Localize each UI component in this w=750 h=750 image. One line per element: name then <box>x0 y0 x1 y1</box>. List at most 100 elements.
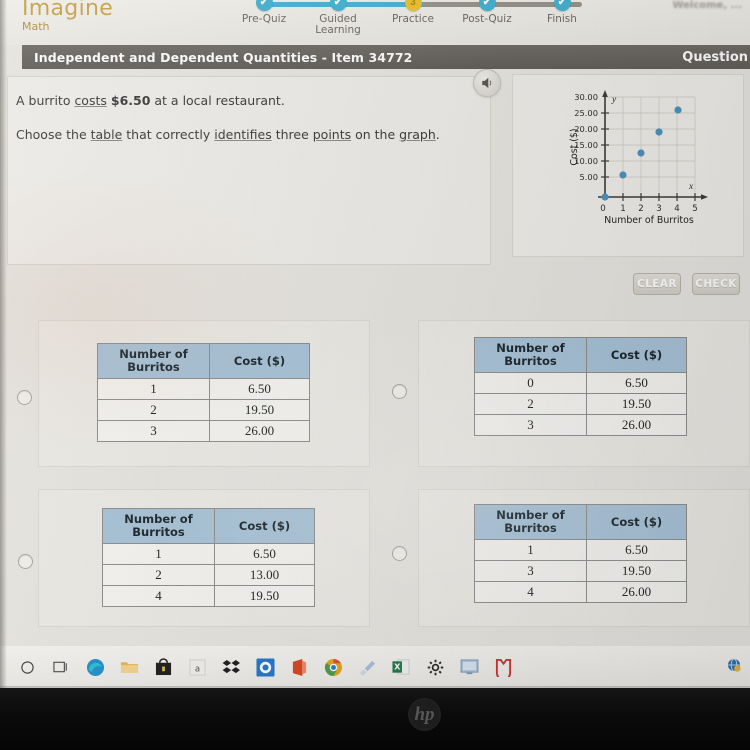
x-tick-label: 0 <box>600 204 605 214</box>
answer-table-c: Number of Burritos Cost ($) 1 6.50 2 13.0… <box>102 508 315 607</box>
data-point <box>655 128 663 136</box>
cell-burritos: 2 <box>102 564 215 586</box>
data-point <box>637 149 645 157</box>
data-point <box>619 171 627 179</box>
cell-burritos: 4 <box>102 585 215 607</box>
brand-name: Imagine <box>22 0 114 21</box>
progress-step-label: Post-Quiz <box>462 13 512 25</box>
cell-burritos: 4 <box>474 581 587 603</box>
cell-cost: 6.50 <box>586 539 687 561</box>
item-title: Independent and Dependent Quantities - I… <box>34 49 413 65</box>
table-row: 4 26.00 <box>474 581 687 603</box>
dropbox-icon[interactable] <box>221 657 241 677</box>
lesson-progress-bar: ✔ Pre-Quiz ✔ Guided Learning 3 Practice … <box>242 0 590 36</box>
glossary-term-table[interactable]: table <box>91 127 123 142</box>
cell-cost: 13.00 <box>214 564 315 586</box>
prompt-text: Choose the <box>16 127 91 142</box>
x-axis-title: Number of Burritos <box>604 215 694 226</box>
y-tick-label: 25.00 <box>574 108 598 118</box>
settings-gear-icon[interactable] <box>425 657 445 677</box>
progress-step-practice[interactable]: 3 Practice <box>378 0 448 25</box>
progress-step-guided-learning[interactable]: ✔ Guided Learning <box>303 0 373 36</box>
prompt-price: $6.50 <box>110 93 151 108</box>
cell-cost: 6.50 <box>586 372 687 394</box>
table-header-row: Number of Burritos Cost ($) <box>474 337 687 373</box>
column-header-burritos: Number of Burritos <box>474 504 587 540</box>
glossary-term-identifies[interactable]: identifies <box>214 127 271 142</box>
x-axis-letter: x <box>688 182 694 192</box>
x-tick-label: 2 <box>638 204 643 214</box>
answer-choice-c[interactable]: Number of Burritos Cost ($) 1 6.50 2 13.0… <box>38 489 370 627</box>
paint-icon[interactable] <box>357 657 377 677</box>
y-axis-title: Cost ($) <box>569 128 580 165</box>
x-tick-labels: 0 1 2 3 4 5 <box>600 204 697 214</box>
column-header-cost: Cost ($) <box>209 343 310 379</box>
speaker-icon <box>482 77 492 89</box>
network-globe-icon[interactable] <box>726 657 744 675</box>
prompt-text: that correctly <box>122 127 215 142</box>
table-row: 0 6.50 <box>474 372 687 394</box>
amazon-app-icon[interactable]: a <box>187 657 207 677</box>
table-row: 2 13.00 <box>102 564 315 586</box>
answer-choice-a[interactable]: Number of Burritos Cost ($) 1 6.50 2 19.5… <box>38 320 370 467</box>
progress-step-icon: ✔ <box>255 0 273 11</box>
office-icon[interactable] <box>289 657 309 677</box>
cell-cost: 26.00 <box>586 414 687 436</box>
glossary-term-graph[interactable]: graph <box>399 127 436 142</box>
outlook-icon[interactable] <box>255 657 275 677</box>
cell-cost: 19.50 <box>209 399 310 421</box>
clear-button[interactable]: CLEAR <box>633 273 681 295</box>
windows-taskbar: a X <box>0 646 750 688</box>
choice-radio-c[interactable] <box>18 554 33 569</box>
search-icon[interactable] <box>17 657 37 677</box>
read-aloud-button[interactable] <box>473 69 501 97</box>
cell-cost: 26.00 <box>586 581 687 603</box>
table-row: 2 19.50 <box>474 393 687 415</box>
choice-radio-b[interactable] <box>392 384 407 399</box>
laptop-bezel <box>0 688 750 750</box>
prompt-sentence-2: Choose the table that correctly identifi… <box>16 127 440 142</box>
glossary-term-points[interactable]: points <box>313 127 351 142</box>
x-tick-label: 1 <box>620 204 625 214</box>
plot-gridlines <box>604 96 696 192</box>
opera-gx-icon[interactable] <box>493 657 513 677</box>
task-view-icon[interactable] <box>51 657 71 677</box>
table-row: 3 19.50 <box>474 560 687 582</box>
y-axis-letter: y <box>611 95 617 105</box>
x-tick-label: 4 <box>674 204 679 214</box>
edge-browser-icon[interactable] <box>85 657 105 677</box>
powerpoint-icon[interactable] <box>459 657 479 677</box>
table-row: 1 6.50 <box>97 378 310 400</box>
answer-choice-d[interactable]: Number of Burritos Cost ($) 1 6.50 3 19.5… <box>418 489 750 627</box>
x-tick-label: 5 <box>692 204 697 214</box>
answer-choice-b[interactable]: Number of Burritos Cost ($) 0 6.50 2 19.5… <box>418 320 750 467</box>
cell-burritos: 0 <box>474 372 587 394</box>
column-header-cost: Cost ($) <box>214 508 315 544</box>
item-title-bar: Independent and Dependent Quantities - I… <box>22 45 750 69</box>
svg-text:a: a <box>194 664 199 674</box>
choice-radio-d[interactable] <box>392 546 407 561</box>
progress-step-post-quiz[interactable]: ✔ Post-Quiz <box>452 0 522 25</box>
progress-step-finish[interactable]: ✔ Finish <box>527 0 597 25</box>
check-button[interactable]: CHECK <box>692 273 740 295</box>
cell-cost: 6.50 <box>209 378 310 400</box>
file-explorer-icon[interactable] <box>119 657 139 677</box>
progress-step-pre-quiz[interactable]: ✔ Pre-Quiz <box>229 0 299 25</box>
hp-logo: hp <box>408 698 441 731</box>
table-header-row: Number of Burritos Cost ($) <box>474 504 687 540</box>
cell-burritos: 2 <box>97 399 210 421</box>
y-tick-label: 30.00 <box>574 92 598 102</box>
progress-step-label: Guided Learning <box>315 13 361 36</box>
chrome-browser-icon[interactable] <box>323 657 343 677</box>
table-row: 2 19.50 <box>97 399 310 421</box>
cell-burritos: 3 <box>474 560 587 582</box>
cell-cost: 19.50 <box>586 560 687 582</box>
cell-burritos: 3 <box>474 414 587 436</box>
column-header-burritos: Number of Burritos <box>97 343 210 379</box>
glossary-term-costs[interactable]: costs <box>74 93 106 108</box>
choice-radio-a[interactable] <box>17 390 32 405</box>
microsoft-store-icon[interactable] <box>153 657 173 677</box>
progress-step-label: Finish <box>547 13 577 25</box>
excel-icon[interactable]: X <box>391 657 411 677</box>
cell-cost: 19.50 <box>586 393 687 415</box>
